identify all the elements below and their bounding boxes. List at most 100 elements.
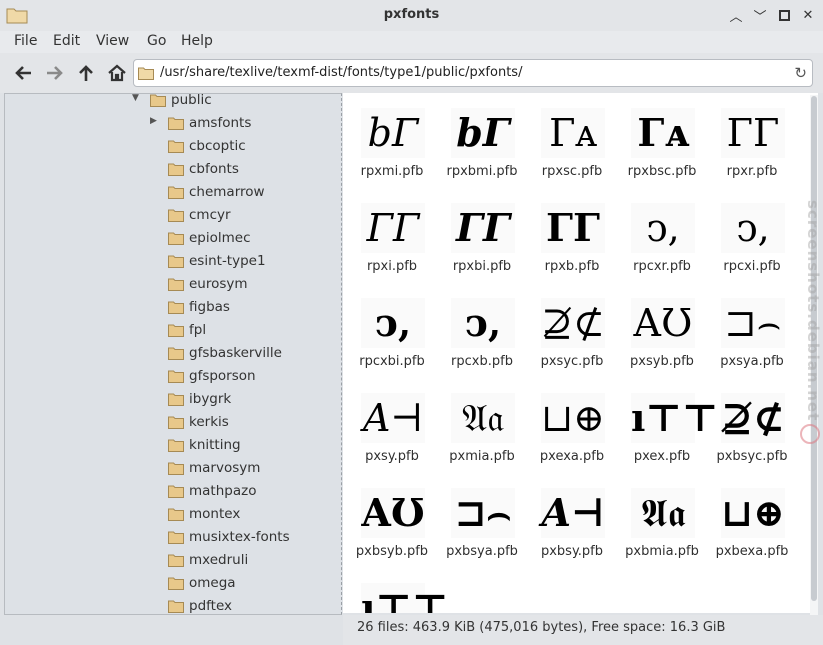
file-item[interactable]: ı⊤⊤ pxex.pfb bbox=[617, 383, 718, 478]
tree-item-label: omega bbox=[189, 575, 236, 591]
file-item[interactable]: bΓ rpxbmi.pfb bbox=[437, 98, 527, 193]
tree-item[interactable]: figbas bbox=[5, 296, 341, 319]
file-item[interactable]: Γᴀ rpxbsc.pfb bbox=[617, 98, 707, 193]
tree-item[interactable]: epiolmec bbox=[5, 227, 341, 250]
tree-item[interactable]: fpl bbox=[5, 319, 341, 342]
file-item[interactable]: AƱ pxbsyb.pfb bbox=[347, 478, 437, 573]
folder-icon bbox=[168, 553, 184, 567]
chevron-right-icon[interactable]: ▶ bbox=[150, 116, 162, 128]
folder-icon bbox=[168, 415, 184, 429]
file-item[interactable]: ⊉⊄ pxbsyc.pfb bbox=[707, 383, 797, 478]
tree-item[interactable]: cbcoptic bbox=[5, 135, 341, 158]
file-item[interactable]: ΓΓ rpxbi.pfb bbox=[437, 193, 527, 288]
file-item[interactable]: ı⊤⊤ bbox=[347, 573, 448, 613]
file-item[interactable]: ΓΓ rpxb.pfb bbox=[527, 193, 617, 288]
menu-view[interactable]: View bbox=[96, 33, 129, 49]
tree-item[interactable]: cmcyr bbox=[5, 204, 341, 227]
tree-item[interactable]: mathpazo bbox=[5, 480, 341, 503]
tree-item[interactable]: chemarrow bbox=[5, 181, 341, 204]
font-preview-thumbnail: ΓΓ bbox=[541, 203, 605, 253]
tree-item[interactable]: ▶ amsfonts bbox=[5, 112, 341, 135]
directory-tree[interactable]: ▼ public ▶ amsfonts cbcoptic cbfonts chemarrow… bbox=[4, 93, 342, 615]
font-glyph-preview: ↄ, bbox=[736, 206, 770, 250]
menu-edit[interactable]: Edit bbox=[53, 33, 80, 49]
tree-item[interactable]: musixtex-fonts bbox=[5, 526, 341, 549]
file-name: pxbmia.pfb bbox=[625, 544, 699, 559]
font-glyph-preview: 𝔄𝔞 bbox=[462, 396, 504, 440]
tree-item-label: musixtex-fonts bbox=[189, 529, 290, 545]
font-preview-thumbnail: ı⊤⊤ bbox=[361, 583, 448, 613]
reload-icon[interactable]: ↻ bbox=[794, 64, 807, 82]
tree-item-label: cmcyr bbox=[189, 207, 231, 223]
font-glyph-preview: 𝕬𝖆 bbox=[640, 491, 686, 535]
font-glyph-preview: Γᴀ bbox=[637, 110, 689, 155]
status-bar: 26 files: 463.9 KiB (475,016 bytes), Fre… bbox=[343, 615, 823, 645]
file-item[interactable]: ⊔⊕ pxbexa.pfb bbox=[707, 478, 797, 573]
tree-item[interactable]: kerkis bbox=[5, 411, 341, 434]
file-item[interactable]: ⊐⌢ pxbsya.pfb bbox=[437, 478, 527, 573]
font-preview-thumbnail: 𝔄𝔞 bbox=[451, 393, 515, 443]
file-item[interactable]: ΓΓ rpxr.pfb bbox=[707, 98, 797, 193]
tree-item[interactable]: knitting bbox=[5, 434, 341, 457]
location-bar[interactable]: /usr/share/texlive/texmf-dist/fonts/type… bbox=[133, 59, 813, 87]
title-bar[interactable]: pxfonts ︿ ﹀ ✕ bbox=[0, 0, 823, 32]
file-name: pxsyb.pfb bbox=[630, 354, 694, 369]
chevron-up-icon: ︿ bbox=[729, 9, 743, 25]
font-preview-thumbnail: Γᴀ bbox=[541, 108, 605, 158]
file-item[interactable]: 𝕬𝖆 pxbmia.pfb bbox=[617, 478, 707, 573]
tree-item-label: esint-type1 bbox=[189, 253, 266, 269]
tree-item[interactable]: cbfonts bbox=[5, 158, 341, 181]
home-icon bbox=[108, 64, 126, 82]
tree-item[interactable]: mxedruli bbox=[5, 549, 341, 572]
font-glyph-preview: AƱ bbox=[633, 301, 693, 345]
file-name: rpxmi.pfb bbox=[360, 164, 424, 179]
menu-file[interactable]: File bbox=[14, 33, 37, 49]
tree-item[interactable]: omega bbox=[5, 572, 341, 595]
font-glyph-preview: ΓΓ bbox=[546, 205, 600, 250]
font-glyph-preview: ⊔⊕ bbox=[721, 490, 785, 535]
home-button[interactable] bbox=[105, 62, 129, 84]
tree-item[interactable]: eurosym bbox=[5, 273, 341, 296]
back-arrow-icon bbox=[15, 66, 31, 80]
file-item[interactable]: ΓΓ rpxi.pfb bbox=[347, 193, 437, 288]
tree-item[interactable]: gfsporson bbox=[5, 365, 341, 388]
restore-button[interactable]: ﹀ bbox=[751, 6, 769, 25]
location-input[interactable]: /usr/share/texlive/texmf-dist/fonts/type… bbox=[160, 65, 522, 80]
tree-item[interactable]: pdftex bbox=[5, 595, 341, 614]
font-glyph-preview: ↄ, bbox=[646, 206, 680, 250]
menu-go[interactable]: Go bbox=[147, 33, 166, 49]
up-button[interactable] bbox=[74, 62, 98, 84]
file-item[interactable]: A⊣ pxsy.pfb bbox=[347, 383, 437, 478]
maximize-button[interactable] bbox=[775, 6, 793, 24]
chevron-down-icon[interactable]: ▼ bbox=[132, 94, 144, 105]
folder-icon bbox=[168, 599, 184, 613]
minimize-button[interactable]: ︿ bbox=[727, 6, 745, 25]
close-button[interactable]: ✕ bbox=[799, 6, 817, 24]
file-item[interactable]: ↄ, rpcxi.pfb bbox=[707, 193, 797, 288]
file-item[interactable]: ⊉⊄ pxsyc.pfb bbox=[527, 288, 617, 383]
tree-item[interactable]: esint-type1 bbox=[5, 250, 341, 273]
file-item[interactable]: 𝔄𝔞 pxmia.pfb bbox=[437, 383, 527, 478]
file-item[interactable]: ⊐⌢ pxsya.pfb bbox=[707, 288, 797, 383]
file-grid[interactable]: bΓ rpxmi.pfb bΓ rpxbmi.pfb Γᴀ rpxsc.pfb Γᴀ rpxb… bbox=[343, 93, 818, 613]
chevron-down-icon: ﹀ bbox=[753, 9, 767, 25]
file-item[interactable]: AƱ pxsyb.pfb bbox=[617, 288, 707, 383]
tree-item[interactable]: ibygrk bbox=[5, 388, 341, 411]
file-item[interactable]: bΓ rpxmi.pfb bbox=[347, 98, 437, 193]
tree-item[interactable]: ▼ public bbox=[5, 94, 341, 112]
file-item[interactable]: ↄ, rpcxb.pfb bbox=[437, 288, 527, 383]
forward-button[interactable] bbox=[43, 62, 67, 84]
tree-item[interactable]: marvosym bbox=[5, 457, 341, 480]
file-name: rpxsc.pfb bbox=[541, 164, 603, 179]
font-preview-thumbnail: A⊣ bbox=[541, 488, 605, 538]
font-preview-thumbnail: ΓΓ bbox=[451, 203, 515, 253]
file-item[interactable]: ↄ, rpcxbi.pfb bbox=[347, 288, 437, 383]
tree-item[interactable]: gfsbaskerville bbox=[5, 342, 341, 365]
tree-item[interactable]: montex bbox=[5, 503, 341, 526]
menu-help[interactable]: Help bbox=[181, 33, 213, 49]
file-item[interactable]: A⊣ pxbsy.pfb bbox=[527, 478, 617, 573]
back-button[interactable] bbox=[11, 62, 35, 84]
file-item[interactable]: ↄ, rpcxr.pfb bbox=[617, 193, 707, 288]
file-item[interactable]: ⊔⊕ pxexa.pfb bbox=[527, 383, 617, 478]
file-item[interactable]: Γᴀ rpxsc.pfb bbox=[527, 98, 617, 193]
